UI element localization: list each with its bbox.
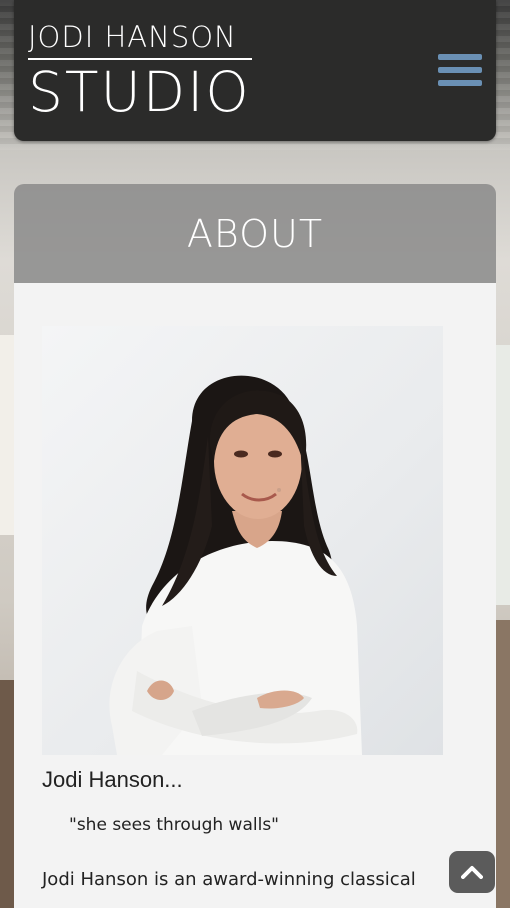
- menu-button[interactable]: [438, 54, 482, 86]
- about-content: Jodi Hanson... "she sees through walls" …: [14, 283, 496, 908]
- person-name: Jodi Hanson...: [42, 767, 183, 792]
- scroll-to-top-button[interactable]: [449, 851, 495, 893]
- site-logo[interactable]: JODI HANSON STUDIO: [28, 20, 258, 122]
- logo-line-2: STUDIO: [28, 60, 251, 124]
- hamburger-icon: [438, 54, 482, 60]
- site-header: JODI HANSON STUDIO: [14, 0, 496, 141]
- portrait-illustration: [109, 375, 362, 755]
- background-sofa: [496, 620, 510, 908]
- hamburger-icon-bar: [438, 80, 482, 86]
- section-header: ABOUT: [14, 184, 496, 283]
- background-chair: [0, 680, 14, 908]
- bio-intro-text: Jodi Hanson is an award-winning classica…: [42, 869, 416, 890]
- tagline-quote: "she sees through walls": [69, 815, 279, 835]
- portrait-photo: [42, 326, 443, 755]
- logo-line-1: JODI HANSON: [28, 20, 237, 54]
- chevron-up-icon: [461, 866, 483, 879]
- page-title: ABOUT: [186, 211, 324, 256]
- hamburger-icon-bar: [438, 67, 482, 73]
